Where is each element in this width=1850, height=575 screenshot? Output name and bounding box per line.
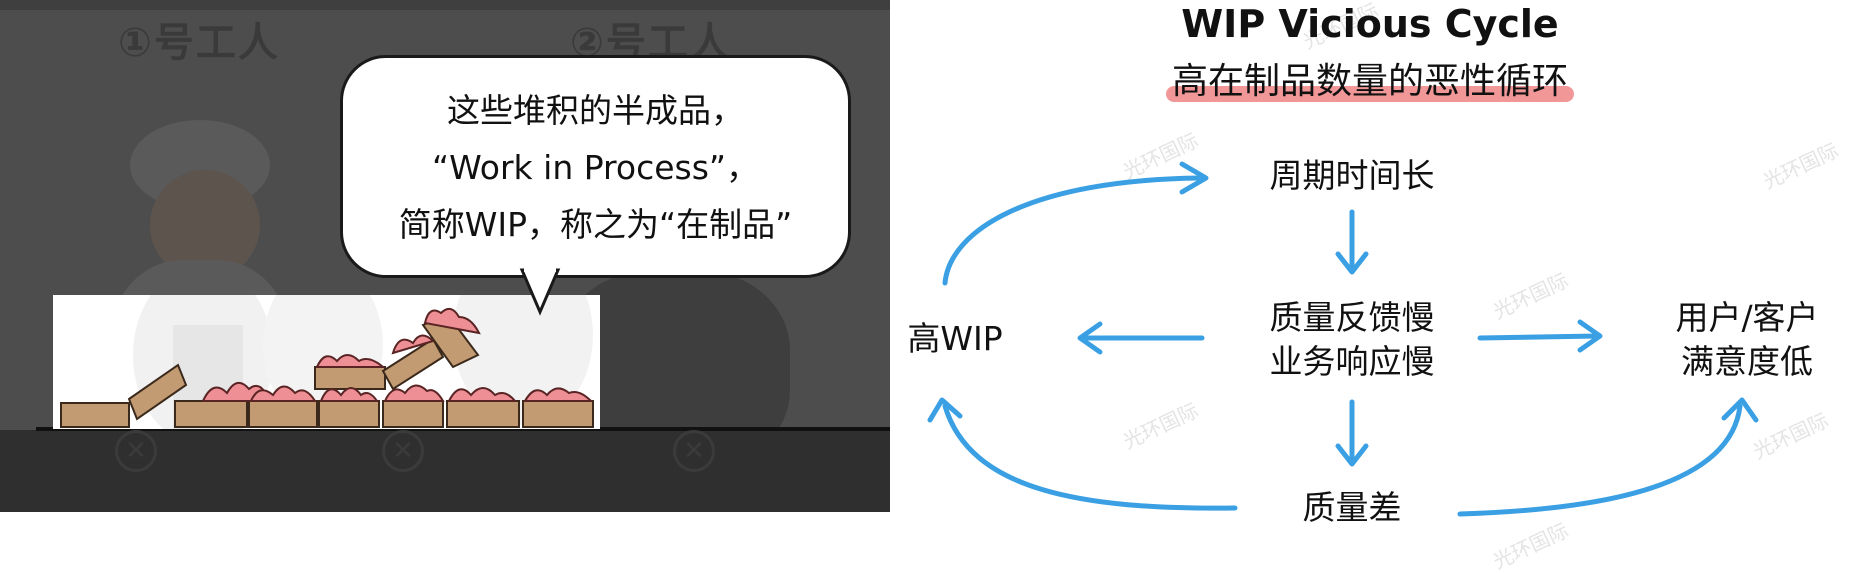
line3-prefix: 简称 <box>398 205 465 244</box>
line3-middle: ，称之为“ <box>527 205 677 244</box>
bolt-icon: ✕ <box>673 430 715 472</box>
speech-bubble: 这些堆积的半成品， “Work in Process”， 简称WIP，称之为“在… <box>340 55 851 278</box>
term-highlight: Work in Process <box>445 148 713 189</box>
node-low-satisfaction-line-1: 用户/客户 <box>1675 298 1819 337</box>
speech-line-1-text: 这些堆积的半成品， <box>447 91 744 130</box>
node-long-cycle-time: 周期时间长 <box>1269 156 1435 195</box>
arrow-feedback-to-satisfaction <box>1477 333 1601 341</box>
speech-line-2: “Work in Process”， <box>343 141 848 189</box>
node-low-quality: 质量差 <box>1302 488 1402 527</box>
top-strip <box>0 0 890 10</box>
speech-bubble-tail <box>519 268 561 316</box>
term-wip: WIP <box>464 205 528 244</box>
line3-highlight: 简称WIP，称之为“在制品” <box>394 198 797 248</box>
speech-line-3: 简称WIP，称之为“在制品” <box>343 198 848 248</box>
cycle-arrows <box>927 161 1759 517</box>
node-slow-feedback-line-1: 质量反馈慢 <box>1269 298 1435 337</box>
wip-vicious-cycle-diagram: 光环国际 光环国际 光环国际 光环国际 光环国际 光环国际 光环国际 WIP V… <box>890 0 1850 574</box>
close-quote: ”， <box>708 148 760 187</box>
term-zai-zhi-pin: 在制品 <box>676 205 776 244</box>
node-low-satisfaction-line-2: 满意度低 <box>1681 342 1813 381</box>
arrow-wip-to-cycle <box>942 175 1203 286</box>
term-work-in-process: Work in Process <box>449 148 709 187</box>
line3-close: ” <box>775 205 793 244</box>
worker-1-label: ①号工人 <box>118 20 280 66</box>
node-slow-feedback: 质量反馈慢 业务响应慢 <box>1242 296 1462 384</box>
bolt-icon: ✕ <box>382 430 424 472</box>
arrow-quality-to-wip <box>942 403 1238 511</box>
wip-items-drawing <box>60 295 594 429</box>
comic-illustration: ①号工人 ②号工人 ✕ ✕ ✕ 这些堆积的半成品， “Work in Proce… <box>0 0 890 512</box>
node-high-wip: 高WIP <box>907 319 1003 358</box>
node-slow-feedback-line-2: 业务响应慢 <box>1269 342 1435 381</box>
arrow-quality-to-satisfaction <box>1457 403 1743 517</box>
speech-line-1: 这些堆积的半成品， <box>343 84 848 132</box>
bolt-icon: ✕ <box>115 430 157 472</box>
open-quote: “ <box>431 148 450 187</box>
wip-pile <box>53 295 600 429</box>
node-low-satisfaction: 用户/客户 满意度低 <box>1652 296 1842 384</box>
